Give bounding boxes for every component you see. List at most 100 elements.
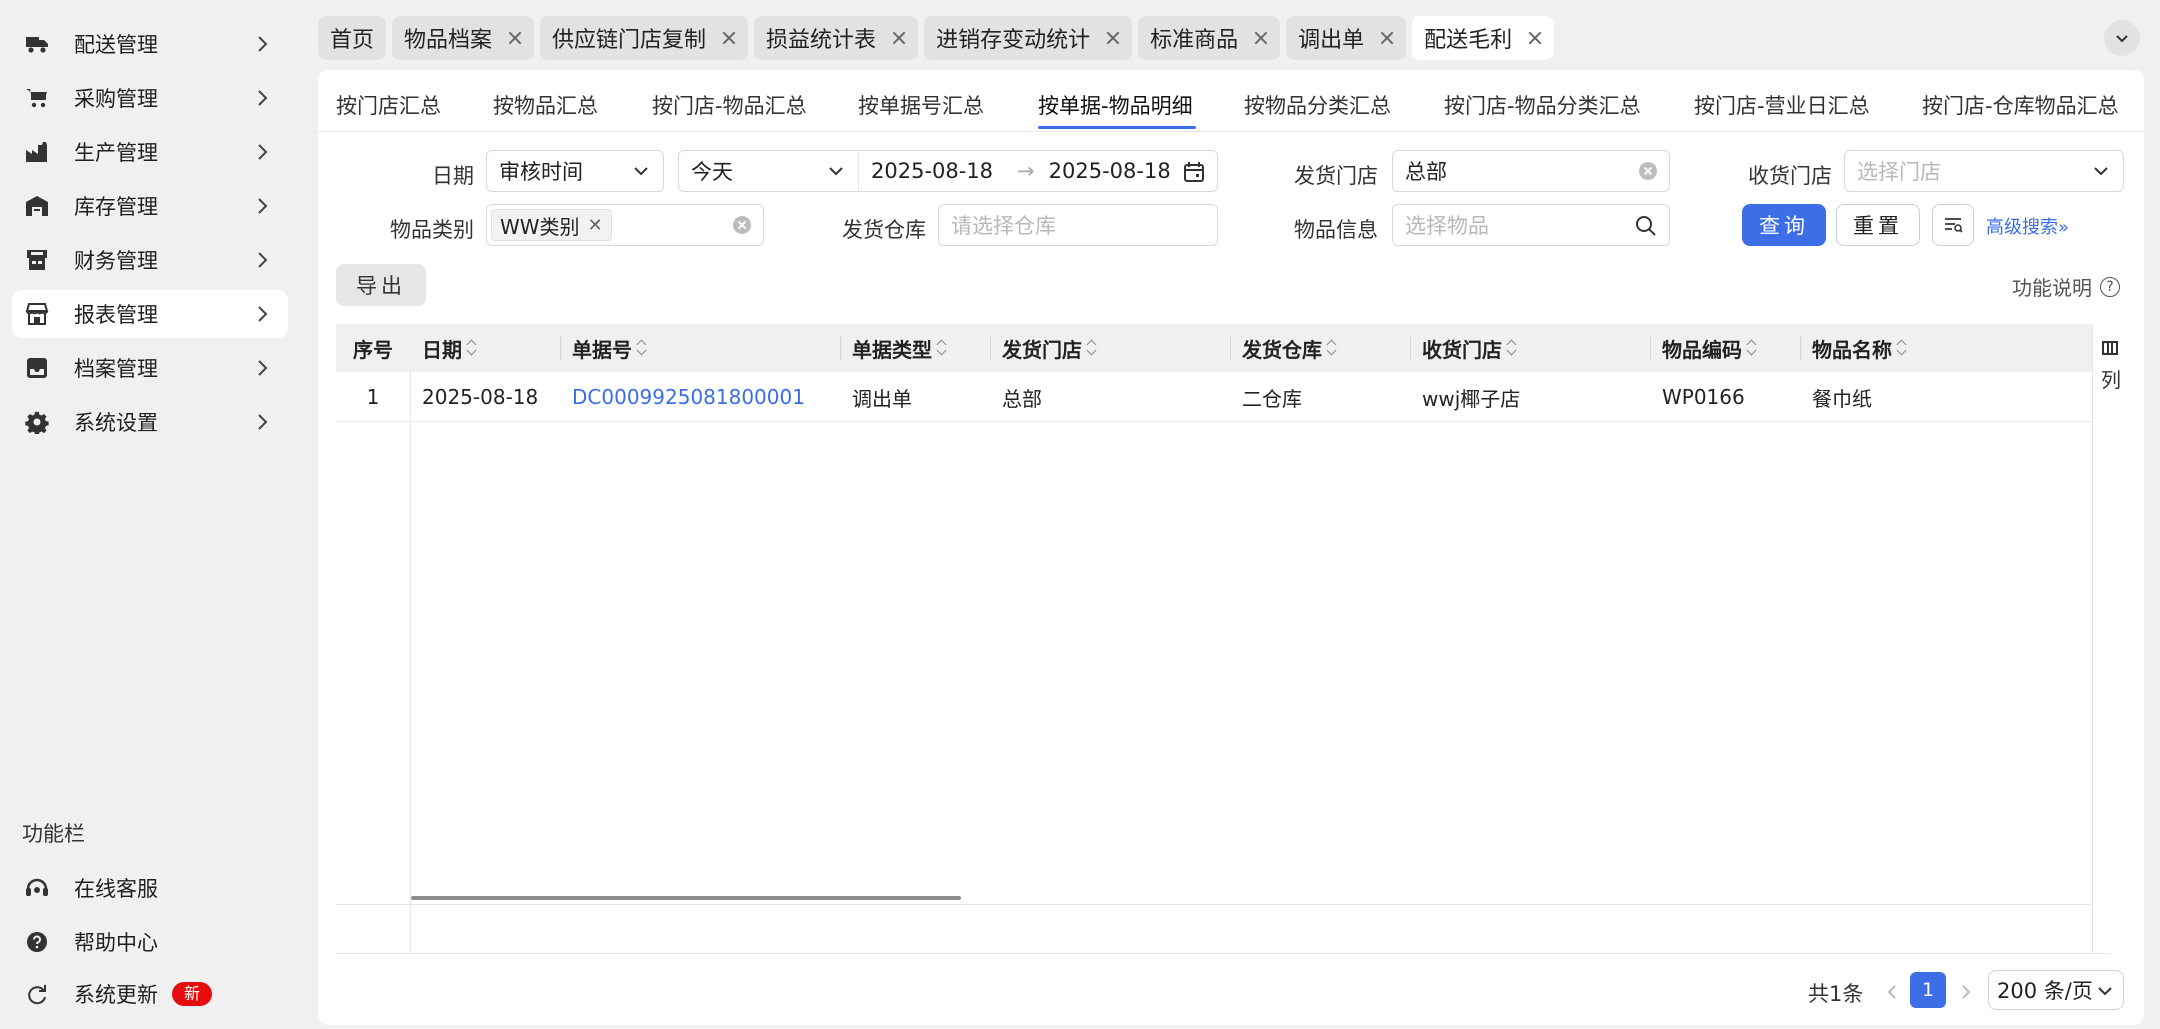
- feature-help-link[interactable]: 功能说明 ?: [2012, 272, 2120, 301]
- sidebar-item-settings[interactable]: 系统设置: [12, 398, 288, 446]
- column-header-item-code[interactable]: 物品编码: [1662, 324, 1758, 372]
- close-icon[interactable]: [508, 31, 522, 45]
- column-header-doc-no[interactable]: 单据号: [572, 324, 648, 372]
- sort-icon[interactable]: [636, 339, 648, 357]
- tab-label: 配送毛利: [1424, 28, 1513, 53]
- date-range-picker[interactable]: 今天 2025-08-18 → 2025-08-18: [678, 150, 1218, 192]
- close-icon[interactable]: ✕: [588, 215, 603, 236]
- tab-stock-change[interactable]: 进销存变动统计: [924, 16, 1133, 60]
- sort-icon[interactable]: [1086, 339, 1098, 357]
- tab-item-archive[interactable]: 物品档案: [392, 16, 535, 60]
- chevron-right-icon[interactable]: [1956, 980, 1976, 1004]
- tab-delivery-margin[interactable]: 配送毛利: [1412, 16, 1555, 60]
- subtab-by-store[interactable]: 按门店汇总: [336, 90, 441, 120]
- horizontal-scrollbar[interactable]: [411, 896, 961, 900]
- tab-store-copy[interactable]: 供应链门店复制: [540, 16, 749, 60]
- column-divider[interactable]: [1410, 336, 1411, 360]
- subtab-by-item[interactable]: 按物品汇总: [493, 90, 598, 120]
- columns-icon[interactable]: [2102, 340, 2118, 356]
- subtab-by-doc-no[interactable]: 按单据号汇总: [858, 90, 984, 120]
- sidebar-item-production[interactable]: 生产管理: [12, 128, 288, 176]
- export-button[interactable]: 导出: [336, 264, 426, 306]
- close-icon[interactable]: [1528, 31, 1542, 45]
- column-header-ship-warehouse[interactable]: 发货仓库: [1242, 324, 1338, 372]
- column-header-date[interactable]: 日期: [422, 324, 478, 372]
- columns-label[interactable]: 列: [2101, 364, 2121, 393]
- tab-home[interactable]: 首页: [318, 16, 387, 60]
- sort-icon[interactable]: [1746, 339, 1758, 357]
- page-number-current[interactable]: 1: [1910, 972, 1946, 1008]
- sort-icon[interactable]: [1896, 339, 1908, 357]
- category-chip[interactable]: WW类别 ✕: [491, 209, 612, 241]
- cell-receive-store: wwj椰子店: [1422, 386, 1521, 411]
- date-end-input[interactable]: 2025-08-18: [1049, 159, 1171, 183]
- clear-icon[interactable]: [733, 216, 751, 234]
- close-icon[interactable]: [892, 31, 906, 45]
- column-divider[interactable]: [1230, 336, 1231, 360]
- chevron-left-icon[interactable]: [1882, 980, 1902, 1004]
- sort-icon[interactable]: [466, 339, 478, 357]
- column-divider[interactable]: [990, 336, 991, 360]
- sidebar-item-online-service[interactable]: 在线客服: [12, 864, 288, 912]
- ship-store-select[interactable]: 总部: [1392, 150, 1670, 192]
- sidebar-item-archives[interactable]: 档案管理: [12, 344, 288, 392]
- tab-label: 首页: [330, 28, 375, 53]
- sidebar-item-inventory[interactable]: 库存管理: [12, 182, 288, 230]
- column-header-doc-type[interactable]: 单据类型: [852, 324, 948, 372]
- column-divider[interactable]: [840, 336, 841, 360]
- subtab-by-store-business-day[interactable]: 按门店-营业日汇总: [1694, 90, 1870, 120]
- column-divider[interactable]: [560, 336, 561, 360]
- receive-store-select[interactable]: 选择门店: [1844, 150, 2124, 192]
- sidebar-item-help-center[interactable]: 帮助中心: [12, 918, 288, 966]
- subtab-by-store-warehouse-item[interactable]: 按门店-仓库物品汇总: [1922, 90, 2119, 120]
- column-divider[interactable]: [1650, 336, 1651, 360]
- table-row[interactable]: 1 2025-08-18 DC0009925081800001 调出单 总部 二…: [336, 372, 2110, 422]
- tab-label: 损益统计表: [766, 28, 877, 53]
- tab-profit-loss[interactable]: 损益统计表: [754, 16, 919, 60]
- subtab-by-category[interactable]: 按物品分类汇总: [1244, 90, 1391, 120]
- subtab-by-store-category[interactable]: 按门店-物品分类汇总: [1444, 90, 1641, 120]
- column-settings-panel[interactable]: [2092, 324, 2128, 952]
- sidebar-item-purchase[interactable]: 采购管理: [12, 74, 288, 122]
- page-size-select[interactable]: 200 条/页: [1988, 970, 2124, 1010]
- column-header-ship-store[interactable]: 发货门店: [1002, 324, 1098, 372]
- column-divider[interactable]: [1800, 336, 1801, 360]
- item-search-input[interactable]: 选择物品: [1392, 204, 1670, 246]
- sort-icon[interactable]: [1326, 339, 1338, 357]
- date-preset-select[interactable]: 今天: [679, 151, 859, 191]
- report-subtabs: 按门店汇总 按物品汇总 按门店-物品汇总 按单据号汇总 按单据-物品明细 按物品…: [318, 70, 2144, 132]
- calendar-icon[interactable]: [1183, 161, 1205, 183]
- ship-warehouse-select[interactable]: 请选择仓库: [938, 204, 1218, 246]
- date-type-select[interactable]: 审核时间: [486, 150, 664, 192]
- search-icon[interactable]: [1635, 215, 1657, 237]
- cell-date: 2025-08-18: [422, 385, 539, 409]
- tab-transfer-out[interactable]: 调出单: [1286, 16, 1407, 60]
- chevron-right-icon: [258, 360, 268, 376]
- close-icon[interactable]: [1380, 31, 1394, 45]
- sidebar-item-system-update[interactable]: 系统更新 新: [12, 970, 288, 1018]
- sidebar-item-finance[interactable]: 财务管理: [12, 236, 288, 284]
- sort-icon[interactable]: [936, 339, 948, 357]
- close-icon[interactable]: [722, 31, 736, 45]
- category-select[interactable]: WW类别 ✕: [486, 204, 764, 246]
- sidebar-item-label: 库存管理: [74, 195, 158, 219]
- subtab-by-store-item[interactable]: 按门店-物品汇总: [652, 90, 807, 120]
- reset-button[interactable]: 重置: [1836, 204, 1920, 246]
- tabs-dropdown-button[interactable]: [2104, 20, 2140, 56]
- column-header-receive-store[interactable]: 收货门店: [1422, 324, 1518, 372]
- column-header-item-name[interactable]: 物品名称: [1812, 324, 1908, 372]
- query-button[interactable]: 查询: [1742, 204, 1826, 246]
- cell-doc-no-link[interactable]: DC0009925081800001: [572, 372, 805, 422]
- date-start-input[interactable]: 2025-08-18: [871, 159, 993, 183]
- advanced-search-link[interactable]: 高级搜索»: [1986, 213, 2069, 239]
- sidebar-item-distribution[interactable]: 配送管理: [12, 20, 288, 68]
- tab-standard-goods[interactable]: 标准商品: [1138, 16, 1281, 60]
- subtab-by-doc-item-detail[interactable]: 按单据-物品明细: [1038, 90, 1193, 120]
- sort-icon[interactable]: [1506, 339, 1518, 357]
- clear-icon[interactable]: [1639, 162, 1657, 180]
- header-label: 物品名称: [1812, 337, 1892, 362]
- sidebar-item-reports[interactable]: 报表管理: [12, 290, 288, 338]
- close-icon[interactable]: [1106, 31, 1120, 45]
- filter-settings-button[interactable]: [1932, 204, 1974, 246]
- close-icon[interactable]: [1254, 31, 1268, 45]
